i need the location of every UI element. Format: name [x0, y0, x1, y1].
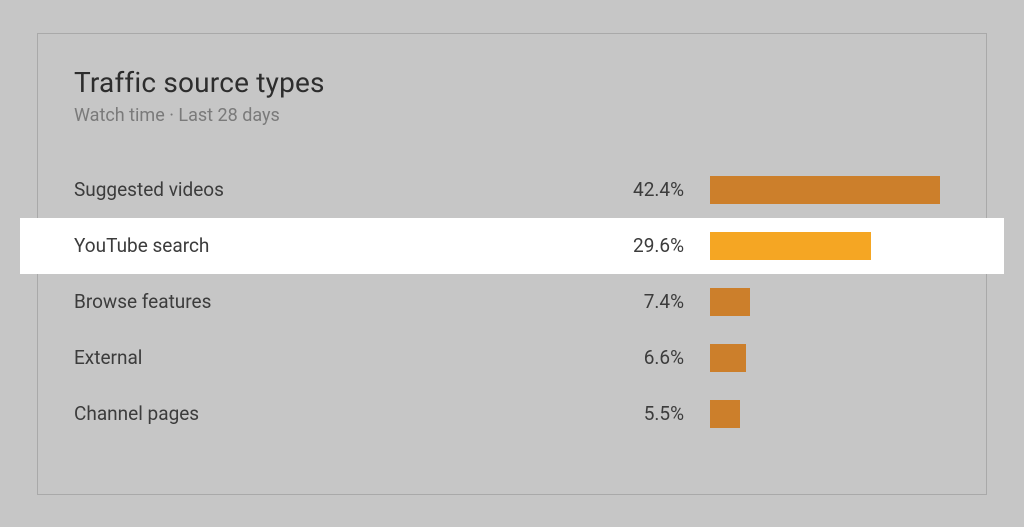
row-label: Channel pages — [74, 402, 620, 425]
row-value: 6.6% — [620, 346, 710, 369]
row-value: 5.5% — [620, 402, 710, 425]
card-title: Traffic source types — [74, 66, 950, 99]
traffic-source-list: Suggested videos 42.4% YouTube search 29… — [38, 162, 986, 442]
row-label: Suggested videos — [74, 178, 620, 201]
bar — [710, 176, 940, 204]
traffic-row-channel-pages[interactable]: Channel pages 5.5% — [38, 386, 986, 442]
row-label: External — [74, 346, 620, 369]
bar — [710, 400, 740, 428]
row-value: 42.4% — [620, 178, 710, 201]
bar-cell — [710, 400, 950, 428]
row-label: YouTube search — [74, 234, 620, 257]
traffic-row-browse-features[interactable]: Browse features 7.4% — [38, 274, 986, 330]
row-value: 29.6% — [620, 234, 710, 257]
row-label: Browse features — [74, 290, 620, 313]
traffic-sources-card: Traffic source types Watch time · Last 2… — [37, 33, 987, 495]
bar — [710, 344, 746, 372]
bar-cell — [710, 288, 950, 316]
row-value: 7.4% — [620, 290, 710, 313]
card-subtitle: Watch time · Last 28 days — [74, 105, 950, 126]
traffic-row-youtube-search[interactable]: YouTube search 29.6% — [20, 218, 1004, 274]
bar-cell — [710, 176, 950, 204]
traffic-row-suggested-videos[interactable]: Suggested videos 42.4% — [38, 162, 986, 218]
traffic-row-external[interactable]: External 6.6% — [38, 330, 986, 386]
card-header: Traffic source types Watch time · Last 2… — [38, 66, 986, 144]
bar-cell — [710, 232, 950, 260]
bar-cell — [710, 344, 950, 372]
bar — [710, 232, 871, 260]
bar — [710, 288, 750, 316]
